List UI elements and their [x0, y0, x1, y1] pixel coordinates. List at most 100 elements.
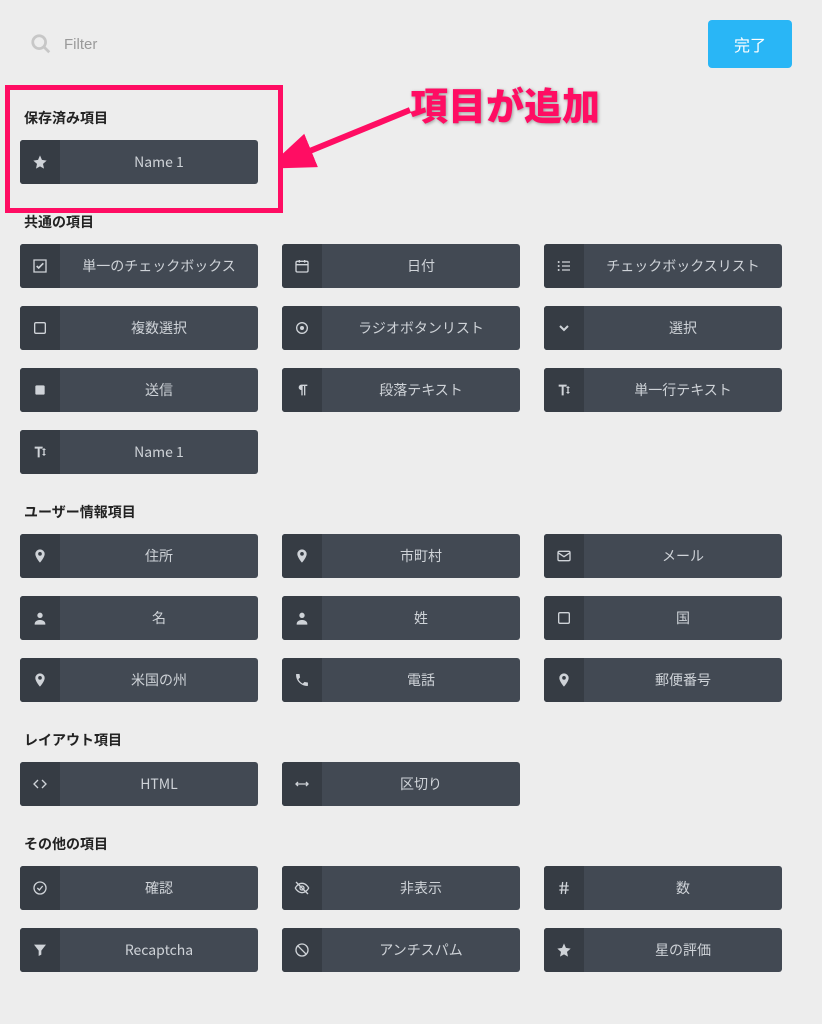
map-marker-icon — [282, 534, 322, 578]
field-us-state[interactable]: 米国の州 — [20, 658, 258, 702]
field-checkbox-list[interactable]: チェックボックスリスト — [544, 244, 782, 288]
section-user: ユーザー情報項目 住所 市町村 メール 名 姓 国 米国の州 — [0, 502, 822, 702]
field-label: 送信 — [60, 368, 258, 412]
user-grid: 住所 市町村 メール 名 姓 国 米国の州 電話 — [20, 534, 802, 702]
field-label: アンチスパム — [322, 928, 520, 972]
field-firstname[interactable]: 名 — [20, 596, 258, 640]
field-paragraph[interactable]: 段落テキスト — [282, 368, 520, 412]
field-multi-select[interactable]: 複数選択 — [20, 306, 258, 350]
radio-icon — [282, 306, 322, 350]
field-lastname[interactable]: 姓 — [282, 596, 520, 640]
field-label: 数 — [584, 866, 782, 910]
field-select[interactable]: 選択 — [544, 306, 782, 350]
section-layout: レイアウト項目 HTML 区切り — [0, 730, 822, 806]
field-date[interactable]: 日付 — [282, 244, 520, 288]
field-label: 単一行テキスト — [584, 368, 782, 412]
field-label: 単一のチェックボックス — [60, 244, 258, 288]
field-label: Name 1 — [60, 140, 258, 184]
field-radio-list[interactable]: ラジオボタンリスト — [282, 306, 520, 350]
field-label: チェックボックスリスト — [584, 244, 782, 288]
code-icon — [20, 762, 60, 806]
calendar-icon — [282, 244, 322, 288]
filter-input[interactable] — [64, 36, 264, 53]
field-submit[interactable]: 送信 — [20, 368, 258, 412]
field-address[interactable]: 住所 — [20, 534, 258, 578]
section-title-saved: 保存済み項目 — [24, 108, 802, 128]
checkbox-checked-icon — [20, 244, 60, 288]
field-zip[interactable]: 郵便番号 — [544, 658, 782, 702]
field-email[interactable]: メール — [544, 534, 782, 578]
field-city[interactable]: 市町村 — [282, 534, 520, 578]
eye-slash-icon — [282, 866, 322, 910]
done-button[interactable]: 完了 — [708, 20, 792, 68]
section-title-other: その他の項目 — [24, 834, 802, 854]
field-single-line[interactable]: 単一行テキスト — [544, 368, 782, 412]
chevron-down-icon — [544, 306, 584, 350]
field-label: Name 1 — [60, 430, 258, 474]
field-label: 非表示 — [322, 866, 520, 910]
layout-grid: HTML 区切り — [20, 762, 802, 806]
filter-icon — [20, 928, 60, 972]
paragraph-icon — [282, 368, 322, 412]
field-label: 姓 — [322, 596, 520, 640]
field-star-rating[interactable]: 星の評価 — [544, 928, 782, 972]
map-marker-icon — [20, 658, 60, 702]
field-label: 米国の州 — [60, 658, 258, 702]
section-title-layout: レイアウト項目 — [24, 730, 802, 750]
field-antispam[interactable]: アンチスパム — [282, 928, 520, 972]
star-icon — [544, 928, 584, 972]
field-name1[interactable]: Name 1 — [20, 430, 258, 474]
field-label: 国 — [584, 596, 782, 640]
field-label: 日付 — [322, 244, 520, 288]
field-label: 段落テキスト — [322, 368, 520, 412]
field-label: 複数選択 — [60, 306, 258, 350]
field-saved-name1[interactable]: Name 1 — [20, 140, 258, 184]
text-height-icon — [20, 430, 60, 474]
field-label: 星の評価 — [584, 928, 782, 972]
map-marker-icon — [20, 534, 60, 578]
field-country[interactable]: 国 — [544, 596, 782, 640]
section-title-common: 共通の項目 — [24, 212, 802, 232]
check-circle-icon — [20, 866, 60, 910]
field-label: 電話 — [322, 658, 520, 702]
field-label: 選択 — [584, 306, 782, 350]
section-title-user: ユーザー情報項目 — [24, 502, 802, 522]
field-recaptcha[interactable]: Recaptcha — [20, 928, 258, 972]
field-label: 市町村 — [322, 534, 520, 578]
field-label: Recaptcha — [60, 928, 258, 972]
field-label: ラジオボタンリスト — [322, 306, 520, 350]
map-marker-icon — [544, 658, 584, 702]
arrows-h-icon — [282, 762, 322, 806]
ban-icon — [282, 928, 322, 972]
list-icon — [544, 244, 584, 288]
square-icon — [20, 306, 60, 350]
square-filled-icon — [20, 368, 60, 412]
section-common: 共通の項目 単一のチェックボックス 日付 チェックボックスリスト 複数選択 ラジ… — [0, 212, 822, 474]
field-divider[interactable]: 区切り — [282, 762, 520, 806]
field-label: メール — [584, 534, 782, 578]
top-bar: 完了 — [0, 0, 822, 68]
text-height-icon — [544, 368, 584, 412]
field-label: 確認 — [60, 866, 258, 910]
field-single-checkbox[interactable]: 単一のチェックボックス — [20, 244, 258, 288]
field-hidden[interactable]: 非表示 — [282, 866, 520, 910]
user-icon — [20, 596, 60, 640]
field-label: 名 — [60, 596, 258, 640]
field-label: 住所 — [60, 534, 258, 578]
field-phone[interactable]: 電話 — [282, 658, 520, 702]
search-icon — [30, 33, 52, 55]
star-icon — [20, 140, 60, 184]
section-other: その他の項目 確認 非表示 数 Recaptcha アンチスパム 星の評価 — [0, 834, 822, 972]
search-wrap — [30, 33, 264, 55]
mail-icon — [544, 534, 584, 578]
hash-icon — [544, 866, 584, 910]
field-html[interactable]: HTML — [20, 762, 258, 806]
field-label: HTML — [60, 762, 258, 806]
field-label: 区切り — [322, 762, 520, 806]
saved-grid: Name 1 — [20, 140, 802, 184]
field-confirm[interactable]: 確認 — [20, 866, 258, 910]
field-number[interactable]: 数 — [544, 866, 782, 910]
field-label: 郵便番号 — [584, 658, 782, 702]
section-saved: 保存済み項目 Name 1 — [0, 108, 822, 184]
phone-icon — [282, 658, 322, 702]
